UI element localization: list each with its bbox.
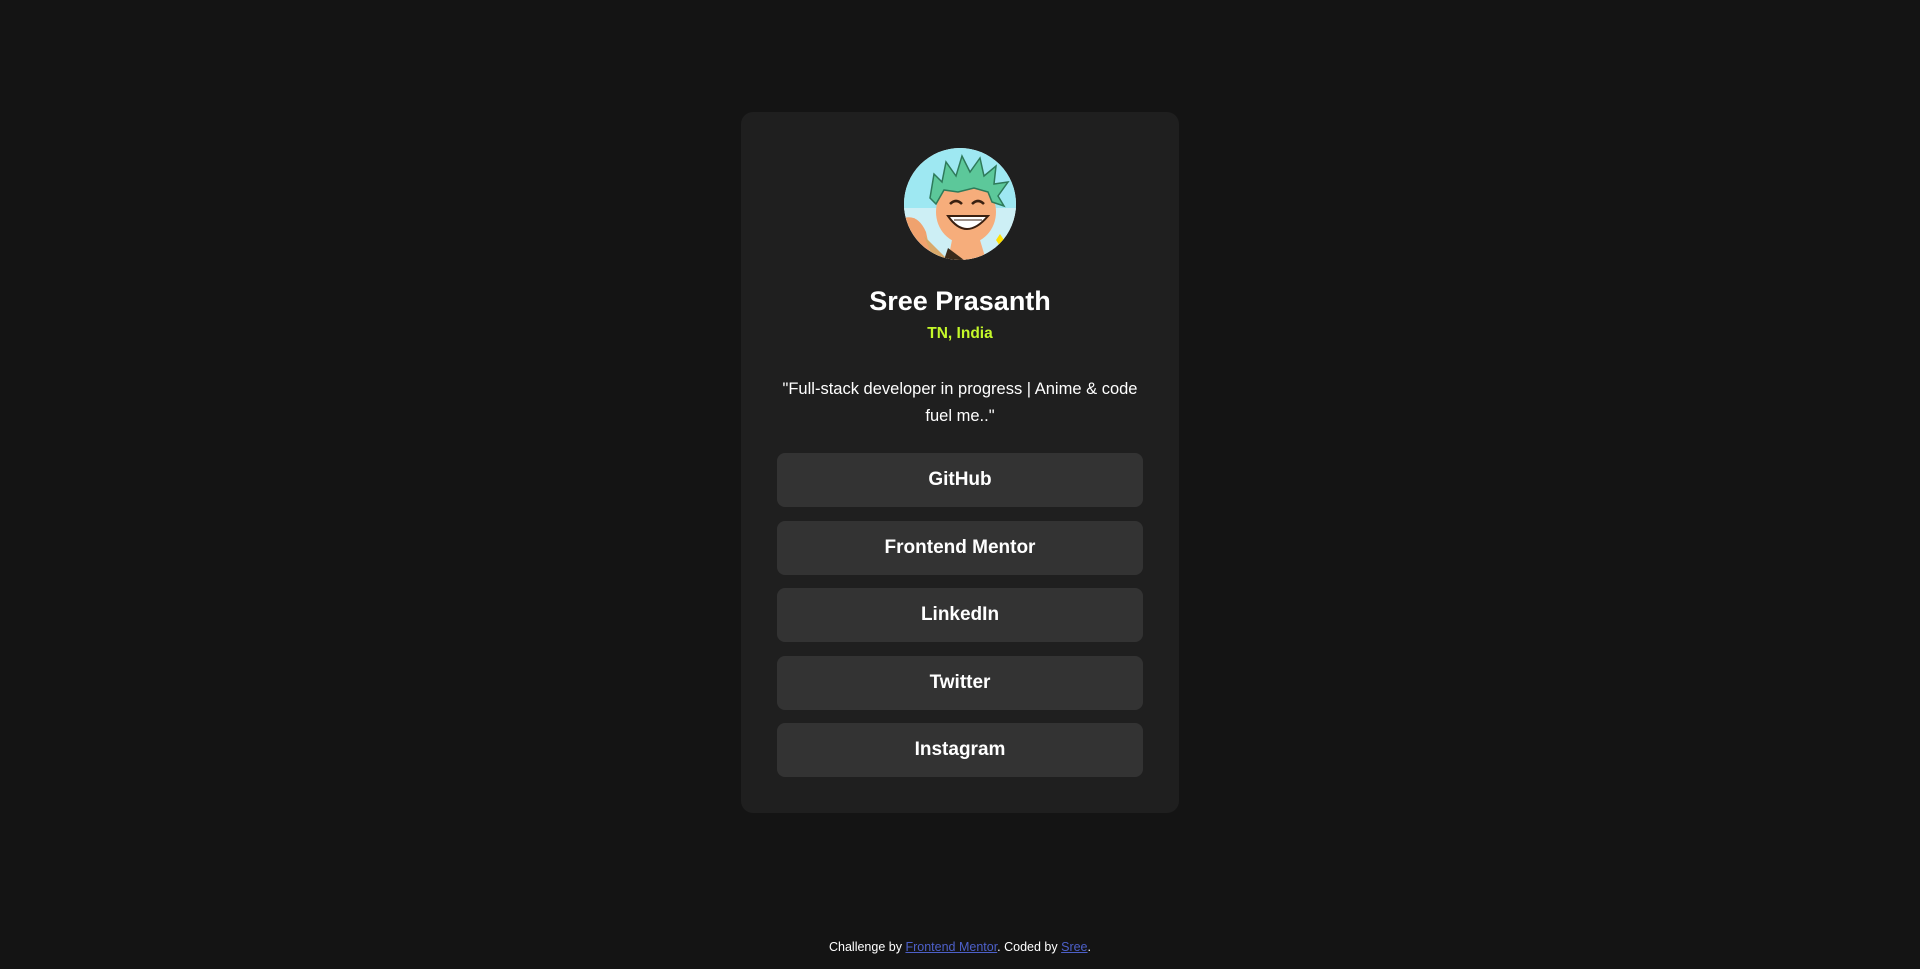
instagram-link-button[interactable]: Instagram	[777, 723, 1143, 777]
twitter-link-button[interactable]: Twitter	[777, 655, 1143, 710]
author-link[interactable]: Sree	[1061, 940, 1087, 954]
profile-location: TN, India	[927, 325, 993, 342]
frontend-mentor-link-button[interactable]: Frontend Mentor	[777, 520, 1143, 575]
github-link-button[interactable]: GitHub	[777, 453, 1143, 507]
profile-bio: "Full-stack developer in progress | Anim…	[782, 380, 1138, 425]
challenge-link[interactable]: Frontend Mentor	[905, 940, 997, 954]
social-links: GitHub Frontend Mentor LinkedIn Twitter …	[777, 453, 1143, 777]
linkedin-link-button[interactable]: LinkedIn	[777, 588, 1143, 642]
anime-avatar-icon	[904, 148, 1016, 260]
avatar	[904, 148, 1016, 260]
profile-card: Sree Prasanth TN, India "Full-stack deve…	[741, 112, 1179, 813]
attribution-middle: . Coded by	[997, 940, 1062, 954]
attribution: Challenge by Frontend Mentor. Coded by S…	[0, 938, 1920, 956]
attribution-prefix: Challenge by	[829, 940, 906, 954]
attribution-suffix: .	[1087, 940, 1091, 954]
profile-name: Sree Prasanth	[869, 286, 1051, 316]
